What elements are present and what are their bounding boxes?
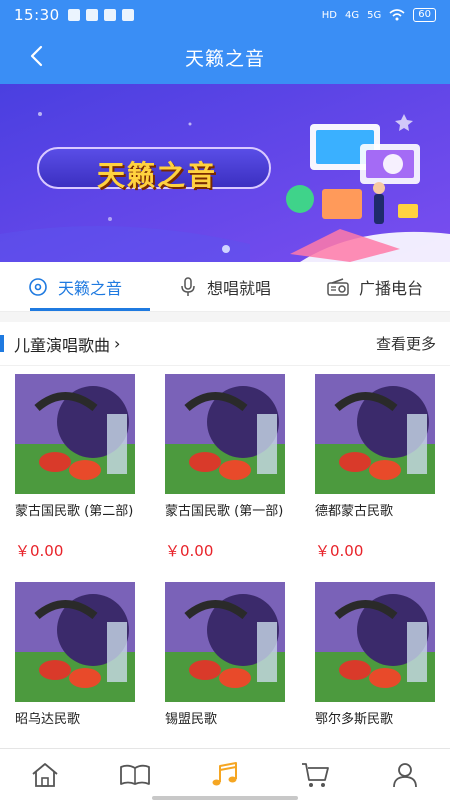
status-bar: 15:30 HD 4G 5G 60 xyxy=(0,0,450,30)
page-title: 天籁之音 xyxy=(184,47,265,70)
album-cover-image xyxy=(165,374,285,494)
home-indicator xyxy=(152,796,298,800)
home-icon xyxy=(32,762,58,787)
notification-icons xyxy=(67,9,134,21)
album-cover-image xyxy=(165,582,285,702)
album-price: ￥0.00 xyxy=(15,542,64,560)
battery-indicator: 60 xyxy=(413,8,436,22)
tab-tianlai[interactable]: 天籁之音 xyxy=(0,262,150,311)
album-name: 蒙古国民歌 (第二部) xyxy=(15,504,134,519)
tab-label: 想唱就唱 xyxy=(206,278,271,298)
album-cover-image xyxy=(315,582,435,702)
message-notification-icon xyxy=(85,9,98,21)
chevron-right-icon[interactable]: › xyxy=(114,334,120,353)
status-time: 15:30 xyxy=(14,6,60,24)
album-name: 鄂尔多斯民歌 xyxy=(315,712,394,727)
album-name: 昭乌达民歌 xyxy=(15,712,81,727)
hd-indicator: HD xyxy=(321,9,338,21)
album-card[interactable]: 蒙古国民歌 (第二部) ￥0.00 xyxy=(15,374,137,561)
nav-home[interactable] xyxy=(0,749,90,800)
album-price: ￥0.00 xyxy=(315,542,364,560)
view-more-link[interactable]: 查看更多 xyxy=(376,333,436,354)
signal-5g: 5G xyxy=(367,9,382,21)
chevron-left-icon[interactable] xyxy=(22,41,52,71)
radio-icon xyxy=(327,277,349,296)
section-accent-bar xyxy=(0,335,4,352)
category-tabs: 天籁之音 想唱就唱 广播电台 xyxy=(0,262,450,312)
wifi-icon xyxy=(389,9,405,21)
album-name: 锡盟民歌 xyxy=(165,712,218,727)
user-icon xyxy=(393,762,417,787)
nav-library[interactable] xyxy=(90,749,180,800)
section-header: 儿童演唱歌曲 › 查看更多 xyxy=(0,322,450,366)
app-notification-icon xyxy=(67,9,80,21)
album-card[interactable]: 锡盟民歌 xyxy=(165,582,287,744)
album-name: 德都蒙古民歌 xyxy=(315,504,394,519)
banner-text: 天籁之音 xyxy=(96,159,217,192)
nav-cart[interactable] xyxy=(270,749,360,800)
banner[interactable]: 天籁之音 xyxy=(0,84,450,262)
top-nav-bar: 天籁之音 xyxy=(0,30,450,84)
disc-icon xyxy=(29,277,47,296)
app-notification-icon-2 xyxy=(121,9,134,21)
status-right: HD 4G 5G 60 xyxy=(322,8,436,22)
bottom-nav xyxy=(0,748,450,800)
book-icon xyxy=(120,764,150,785)
map-notification-icon xyxy=(103,9,116,21)
album-card[interactable]: 德都蒙古民歌 ￥0.00 xyxy=(315,374,437,561)
section-title[interactable]: 儿童演唱歌曲 xyxy=(14,332,110,356)
tab-sing[interactable]: 想唱就唱 xyxy=(150,262,300,311)
album-card[interactable]: 蒙古国民歌 (第一部) ￥0.00 xyxy=(165,374,287,561)
children-songs-section: 儿童演唱歌曲 › 查看更多 蒙古国民歌 (第二部) ￥0.00 蒙古国民歌 (第… xyxy=(0,322,450,748)
tab-label: 广播电台 xyxy=(358,278,423,298)
album-cover-image xyxy=(315,374,435,494)
album-cover-image xyxy=(15,374,135,494)
album-cover-image xyxy=(15,582,135,702)
nav-profile[interactable] xyxy=(360,749,450,800)
album-name: 蒙古国民歌 (第一部) xyxy=(165,504,284,519)
nav-music[interactable] xyxy=(180,749,270,800)
album-price: ￥0.00 xyxy=(165,542,214,560)
tab-label: 天籁之音 xyxy=(57,278,122,298)
music-note-icon xyxy=(212,761,237,785)
signal-4g: 4G xyxy=(345,9,360,21)
microphone-icon xyxy=(181,276,195,296)
tab-radio[interactable]: 广播电台 xyxy=(300,262,450,311)
album-card[interactable]: 鄂尔多斯民歌 xyxy=(315,582,437,744)
album-card[interactable]: 昭乌达民歌 xyxy=(15,582,137,744)
cart-icon xyxy=(302,762,329,787)
